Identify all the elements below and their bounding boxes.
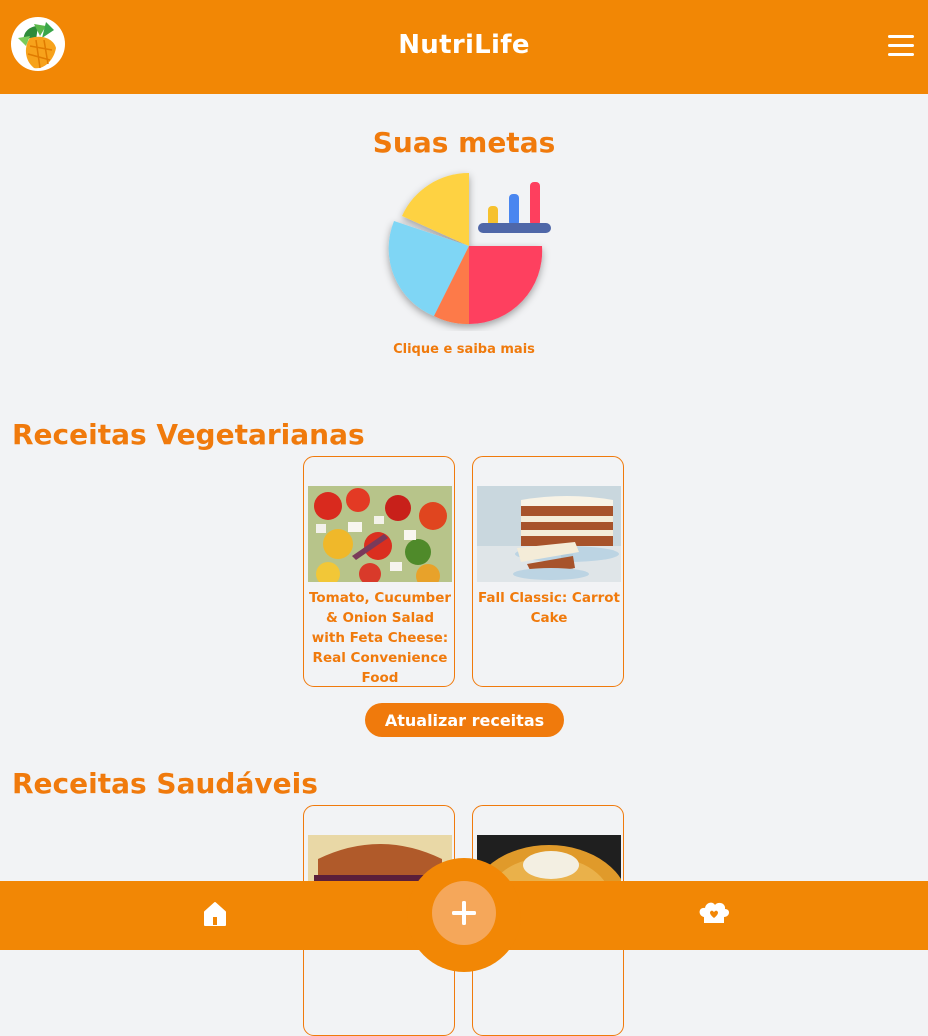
pie-bar-chart-icon[interactable]	[372, 166, 562, 331]
hamburger-menu-icon[interactable]	[888, 35, 914, 59]
recipe-card[interactable]: Tomato, Cucumber & Onion Salad with Feta…	[303, 456, 455, 687]
recipe-image-cake	[477, 486, 621, 582]
recipe-image-salad	[308, 486, 452, 582]
plus-icon	[452, 901, 476, 925]
vegetarian-section-title: Receitas Vegetarianas	[12, 418, 365, 451]
goals-title: Suas metas	[372, 126, 556, 159]
chef-hat-icon[interactable]	[697, 899, 731, 929]
recipe-title: Tomato, Cucumber & Onion Salad with Feta…	[308, 590, 452, 686]
healthy-section-title: Receitas Saudáveis	[12, 767, 318, 800]
add-button[interactable]	[432, 881, 496, 945]
recipe-card[interactable]: Fall Classic: Carrot Cake	[472, 456, 624, 687]
refresh-recipes-button[interactable]: Atualizar receitas	[365, 703, 564, 737]
home-icon[interactable]	[200, 899, 230, 929]
app-title: NutriLife	[398, 30, 530, 60]
recipe-title: Fall Classic: Carrot Cake	[477, 590, 620, 626]
learn-more-link[interactable]: Clique e saiba mais	[0, 342, 928, 357]
top-app-bar: NutriLife	[0, 0, 928, 94]
